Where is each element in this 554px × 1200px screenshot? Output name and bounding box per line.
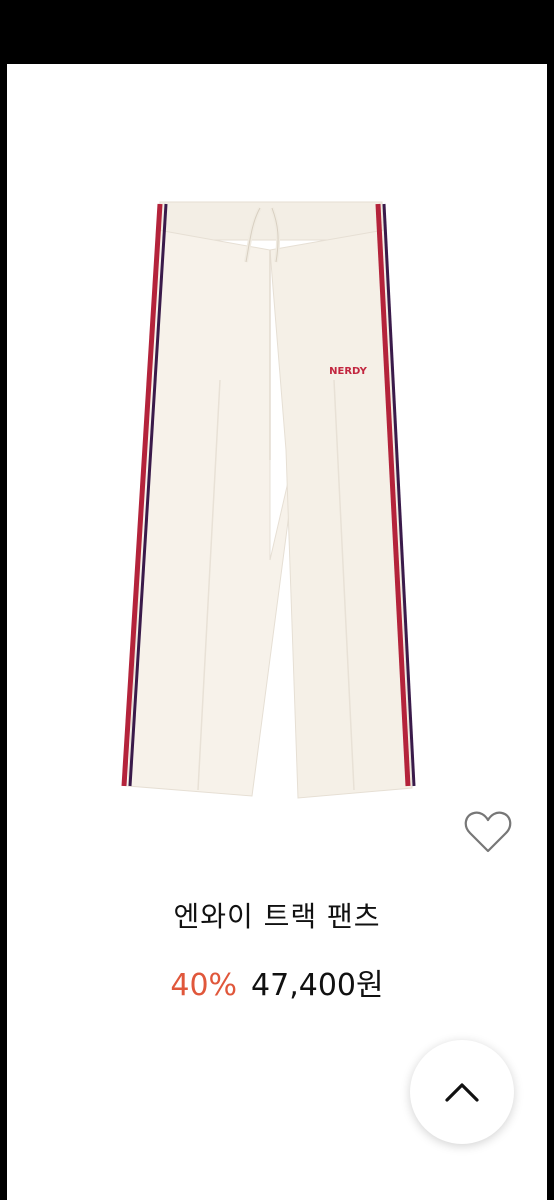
sale-price: 47,400원 — [251, 968, 384, 1003]
heart-outline-icon[interactable] — [462, 808, 514, 856]
discount-rate: 40% — [170, 968, 238, 1003]
product-image[interactable]: NERDY — [120, 130, 420, 810]
price-row: 40% 47,400원 — [0, 960, 554, 1004]
brand-logo-text: NERDY — [329, 366, 367, 377]
scroll-to-top-button[interactable] — [410, 1040, 514, 1144]
product-title: 엔와이 트랙 팬츠 — [173, 900, 381, 933]
chevron-up-icon — [445, 1083, 479, 1102]
